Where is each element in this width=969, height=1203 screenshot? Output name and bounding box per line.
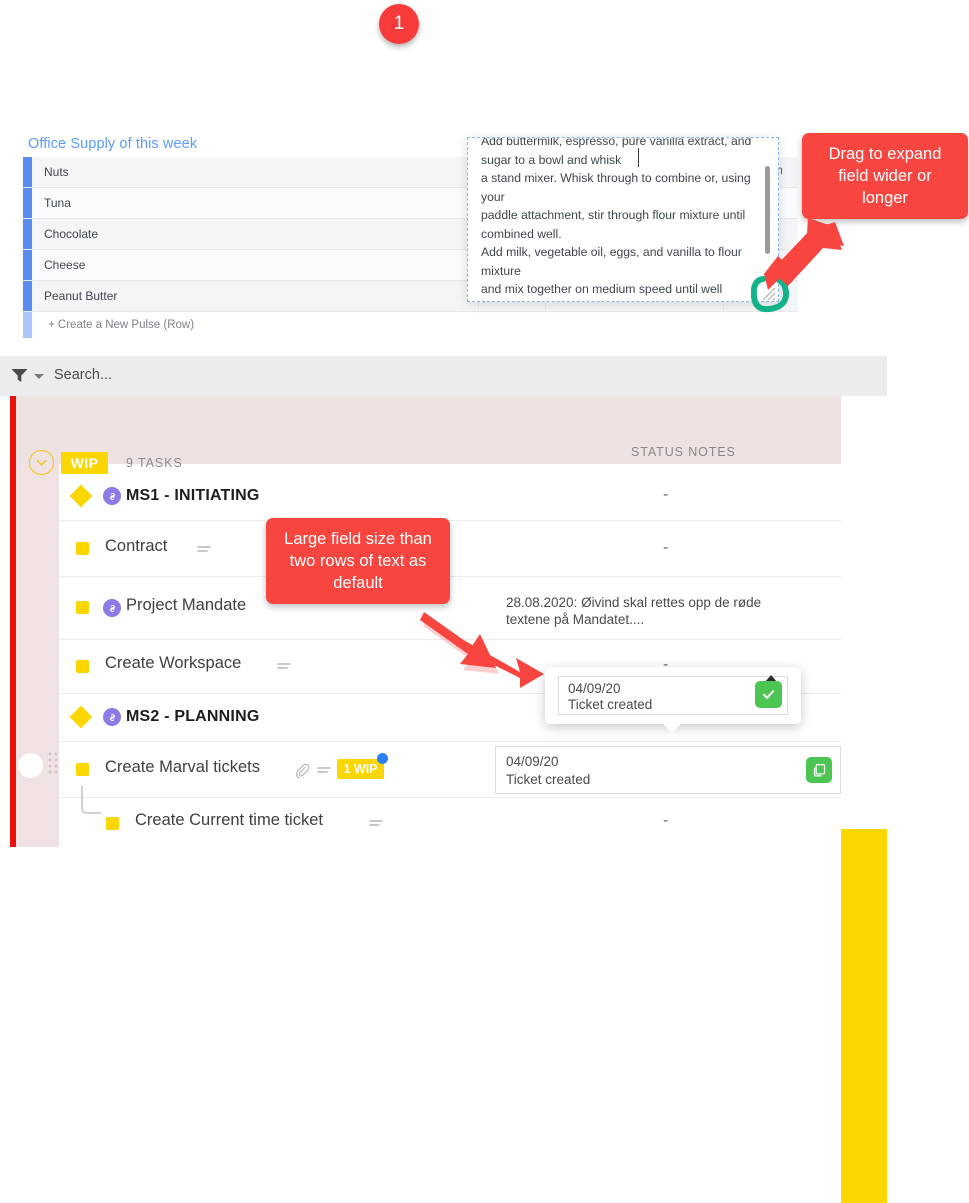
description-lines-icon[interactable]: [277, 662, 291, 671]
copy-icon[interactable]: [806, 757, 832, 783]
long-text-body[interactable]: Add buttermilk, espresso, pure vanilla e…: [481, 138, 753, 301]
drag-handle-icon[interactable]: [48, 752, 60, 778]
table-row[interactable]: Project Mandate 28.08.2020: Øivind skal …: [59, 577, 841, 640]
status-note-cell[interactable]: -: [663, 539, 668, 557]
tooltip-text: Ticket created: [568, 697, 653, 712]
status-note-tooltip[interactable]: 04/09/20 Ticket created: [545, 667, 801, 733]
status-note-text: Ticket created: [506, 772, 591, 787]
row-color-bar: [23, 250, 32, 280]
row-name: Tuna: [44, 196, 71, 210]
chevron-down-icon[interactable]: [34, 374, 44, 379]
row-title: Create Marval tickets: [105, 758, 260, 776]
highlight-ring: [751, 275, 790, 313]
popup-scrollbar-thumb[interactable]: [765, 166, 770, 254]
tooltip-field[interactable]: 04/09/20 Ticket created: [558, 675, 788, 715]
task-square-icon: [76, 542, 89, 555]
table-row[interactable]: Contract -: [59, 521, 841, 577]
row-color-bar: [23, 157, 32, 187]
row-select-circle[interactable]: [18, 753, 43, 778]
callout-large-field-size: Large field size than two rows of text a…: [266, 518, 450, 604]
table-row[interactable]: MS1 - INITIATING -: [59, 473, 841, 521]
row-title: MS2 - PLANNING: [126, 708, 260, 725]
collapse-group-button[interactable]: [29, 450, 54, 475]
status-note-date: 04/09/20: [506, 754, 559, 769]
row-title: MS1 - INITIATING: [126, 487, 260, 504]
check-icon[interactable]: [755, 681, 782, 708]
table-row[interactable]: Create Current time ticket -: [59, 786, 841, 847]
text-cursor: [638, 148, 639, 167]
row-color-bar: [23, 281, 32, 311]
row-wip-badge[interactable]: 1 WIP: [337, 759, 384, 779]
status-note-cell[interactable]: -: [663, 812, 668, 830]
row-name: Peanut Butter: [44, 289, 118, 303]
callout-text: Large field size than two rows of text a…: [284, 530, 432, 592]
status-color-column: [841, 829, 887, 1203]
link-icon[interactable]: [103, 708, 121, 726]
row-color-bar: [23, 219, 32, 249]
callout-drag-to-expand: Drag to expand field wider or longer: [802, 133, 968, 219]
milestone-diamond-icon: [69, 705, 93, 729]
row-title: Create Workspace: [105, 654, 242, 672]
tooltip-date: 04/09/20: [568, 681, 621, 696]
callout-text: Drag to expand field wider or longer: [828, 145, 942, 207]
step-number-label: 1: [393, 13, 405, 34]
task-square-icon: [76, 763, 89, 776]
row-color-bar: [23, 188, 32, 218]
row-name: Cheese: [44, 258, 86, 272]
row-name: Nuts: [44, 165, 69, 179]
step-number-badge: 1: [379, 4, 419, 44]
notification-dot: [377, 753, 388, 764]
subtask-connector: [81, 786, 101, 814]
group-status-label: WIP: [70, 455, 99, 471]
row-name: Chocolate: [44, 227, 99, 241]
description-lines-icon[interactable]: [369, 819, 383, 828]
create-new-pulse-label: + Create a New Pulse (Row): [48, 319, 195, 331]
description-lines-icon[interactable]: [317, 766, 331, 775]
status-note-cell[interactable]: 28.08.2020: Øivind skal rettes opp de rø…: [506, 594, 761, 628]
table-toolbar: Search...: [0, 356, 887, 396]
row-title: Project Mandate: [126, 596, 247, 614]
description-lines-icon[interactable]: [197, 545, 211, 554]
link-icon[interactable]: [103, 599, 121, 617]
milestone-diamond-icon: [69, 484, 93, 508]
create-new-pulse-row[interactable]: + Create a New Pulse (Row): [23, 312, 798, 338]
task-square-icon: [76, 660, 89, 673]
group-task-count: 9 TASKS: [126, 456, 183, 470]
row-title: Create Current time ticket: [135, 811, 323, 829]
attachment-clip-icon[interactable]: [295, 763, 309, 778]
group-status-badge[interactable]: WIP: [61, 452, 108, 474]
funnel-icon[interactable]: [11, 368, 28, 383]
task-square-icon: [106, 817, 119, 830]
status-note-field[interactable]: 04/09/20 Ticket created: [495, 746, 841, 794]
task-square-icon: [76, 601, 89, 614]
search-input[interactable]: Search...: [54, 367, 112, 383]
row-title: Contract: [105, 537, 168, 555]
row-wip-label: 1 WIP: [343, 762, 378, 776]
board-title: Office Supply of this week: [28, 136, 198, 152]
screenshot-canvas: 1 Office Supply of this week Person Long…: [0, 0, 969, 1203]
link-icon[interactable]: [103, 487, 121, 505]
row-color-bar: [23, 312, 32, 338]
column-header-status-notes: STATUS NOTES: [631, 445, 736, 459]
long-text-popup[interactable]: Add buttermilk, espresso, pure vanilla e…: [467, 137, 779, 302]
status-note-cell[interactable]: -: [663, 486, 668, 504]
